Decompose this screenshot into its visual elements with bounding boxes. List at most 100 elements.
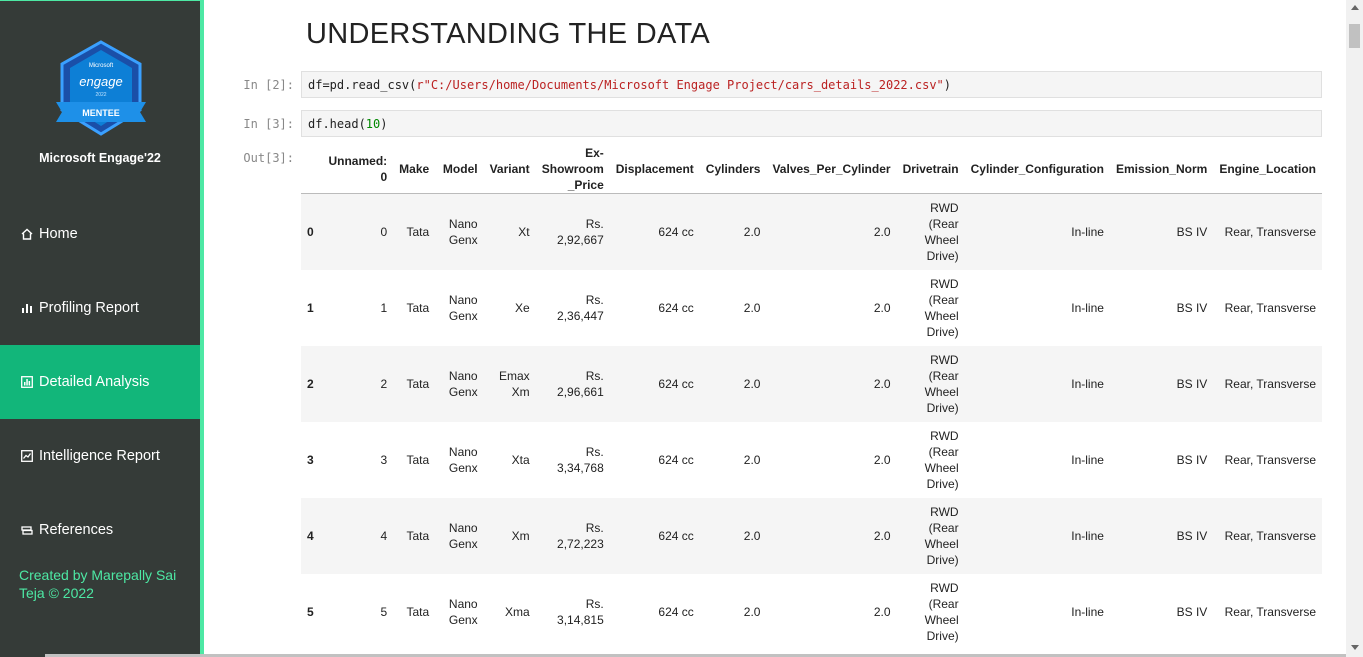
- row-index: 4: [301, 498, 323, 574]
- dataframe-table: Unnamed: 0 Make Model Variant Ex-Showroo…: [301, 145, 1322, 650]
- row-index: 3: [301, 422, 323, 498]
- code-cell-head[interactable]: df.head(10): [301, 110, 1322, 137]
- table-cell: 624 cc: [609, 346, 700, 422]
- nav-label-references: References: [39, 522, 114, 538]
- table-cell: BS IV: [1109, 574, 1214, 650]
- chart-box-icon: [21, 376, 33, 388]
- table-cell: Rs. 2,96,661: [535, 346, 610, 422]
- cell-prompt: In [3]:: [243, 117, 294, 131]
- table-cell: Nano Genx: [435, 498, 484, 574]
- table-cell: 3: [322, 422, 394, 498]
- table-row: 1 1 Tata Nano Genx Xe Rs. 2,36,447 624 cc 2.0 2.…: [301, 270, 1322, 346]
- nav-item-references[interactable]: References: [0, 493, 200, 567]
- column-header: Ex-Showroom_Price: [535, 145, 610, 194]
- sidebar: Microsoft engage 2022 MENTEE Microsoft E…: [0, 0, 200, 657]
- column-header: Make: [393, 145, 436, 194]
- table-cell: Nano Genx: [435, 346, 484, 422]
- table-cell: In-line: [964, 498, 1110, 574]
- table-cell: Rear, Transverse: [1213, 193, 1322, 270]
- dataframe-output[interactable]: Unnamed: 0 Make Model Variant Ex-Showroo…: [301, 145, 1322, 657]
- table-cell: Xm: [483, 498, 536, 574]
- table-cell: Rs. 3,34,768: [535, 422, 610, 498]
- table-cell: Rs. 2,92,667: [535, 193, 610, 270]
- table-cell: BS IV: [1109, 498, 1214, 574]
- table-cell: 2: [322, 346, 394, 422]
- vertical-scrollbar[interactable]: [1346, 0, 1363, 657]
- page-title: UNDERSTANDING THE DATA: [306, 18, 711, 50]
- table-cell: 624 cc: [609, 193, 700, 270]
- column-header: Model: [435, 145, 484, 194]
- table-cell: 2.0: [766, 193, 897, 270]
- row-index: 0: [301, 193, 323, 270]
- table-cell: 2.0: [766, 498, 897, 574]
- table-cell: 2.0: [699, 574, 767, 650]
- table-cell: 2.0: [699, 346, 767, 422]
- code-text: ): [380, 117, 388, 131]
- table-cell: Tata: [393, 574, 436, 650]
- nav-item-home[interactable]: Home: [0, 197, 200, 271]
- notebook-content: UNDERSTANDING THE DATA In [2]: df=pd.rea…: [204, 0, 1345, 657]
- table-cell: Tata: [393, 498, 436, 574]
- credit-text: Created by Marepally Sai Teja © 2022: [19, 567, 177, 601]
- table-cell: 2.0: [699, 270, 767, 346]
- table-cell: BS IV: [1109, 422, 1214, 498]
- table-cell: 0: [322, 193, 394, 270]
- report-icon: [21, 450, 33, 462]
- code-string: r"C:/Users/home/Documents/Microsoft Enga…: [416, 78, 944, 92]
- nav-item-detailed-analysis[interactable]: Detailed Analysis: [0, 345, 200, 419]
- table-cell: In-line: [964, 346, 1110, 422]
- row-index: 1: [301, 270, 323, 346]
- nav-item-profiling-report[interactable]: Profiling Report: [0, 271, 200, 345]
- home-icon: [21, 228, 33, 240]
- table-cell: Rear, Transverse: [1213, 346, 1322, 422]
- table-cell: 2.0: [766, 574, 897, 650]
- table-cell: Nano Genx: [435, 422, 484, 498]
- table-cell: In-line: [964, 574, 1110, 650]
- cell-prompt: In [2]:: [243, 78, 294, 92]
- table-cell: 5: [322, 574, 394, 650]
- table-cell: Rear, Transverse: [1213, 498, 1322, 574]
- table-cell: 624 cc: [609, 498, 700, 574]
- table-cell: 2.0: [699, 422, 767, 498]
- column-header: Cylinder_Configuration: [964, 145, 1110, 194]
- column-header: Drivetrain: [896, 145, 965, 194]
- table-cell: Xt: [483, 193, 536, 270]
- table-cell: BS IV: [1109, 193, 1214, 270]
- table-cell: 624 cc: [609, 574, 700, 650]
- table-cell: Emax Xm: [483, 346, 536, 422]
- table-cell: Rs. 3,14,815: [535, 574, 610, 650]
- table-cell: Xe: [483, 270, 536, 346]
- code-text: df.head(: [308, 117, 366, 131]
- brand-title: Microsoft Engage'22: [39, 151, 161, 165]
- table-cell: Rear, Transverse: [1213, 270, 1322, 346]
- table-cell: 4: [322, 498, 394, 574]
- scroll-up-arrow-icon[interactable]: [1351, 5, 1359, 10]
- table-cell: RWD (Rear Wheel Drive): [896, 498, 965, 574]
- table-cell: Tata: [393, 270, 436, 346]
- engage-mentee-badge-logo: Microsoft engage 2022 MENTEE: [56, 40, 146, 136]
- scrollbar-thumb[interactable]: [1349, 24, 1360, 48]
- table-cell: 1: [322, 270, 394, 346]
- column-header: [301, 145, 323, 194]
- table-row: 3 3 Tata Nano Genx Xta Rs. 3,34,768 624 cc 2.0 2…: [301, 422, 1322, 498]
- code-cell-read-csv[interactable]: df=pd.read_csv(r"C:/Users/home/Documents…: [301, 71, 1322, 98]
- table-row: 2 2 Tata Nano Genx Emax Xm Rs. 2,96,661 624 cc…: [301, 346, 1322, 422]
- table-cell: Rs. 2,72,223: [535, 498, 610, 574]
- nav-item-intelligence-report[interactable]: Intelligence Report: [0, 419, 200, 493]
- table-cell: RWD (Rear Wheel Drive): [896, 574, 965, 650]
- books-icon: [21, 526, 33, 535]
- table-cell: Nano Genx: [435, 270, 484, 346]
- table-cell: Rs. 2,36,447: [535, 270, 610, 346]
- table-cell: RWD (Rear Wheel Drive): [896, 346, 965, 422]
- scroll-down-arrow-icon[interactable]: [1351, 645, 1359, 650]
- nav-label-detailed-analysis: Detailed Analysis: [39, 374, 150, 390]
- column-header: Unnamed: 0: [322, 145, 394, 194]
- table-header-row: Unnamed: 0 Make Model Variant Ex-Showroo…: [301, 145, 1322, 194]
- table-cell: Tata: [393, 193, 436, 270]
- table-cell: In-line: [964, 193, 1110, 270]
- table-cell: In-line: [964, 422, 1110, 498]
- nav-label-intelligence-report: Intelligence Report: [39, 448, 160, 464]
- column-header: Displacement: [609, 145, 700, 194]
- svg-text:2022: 2022: [95, 92, 106, 98]
- table-cell: Xta: [483, 422, 536, 498]
